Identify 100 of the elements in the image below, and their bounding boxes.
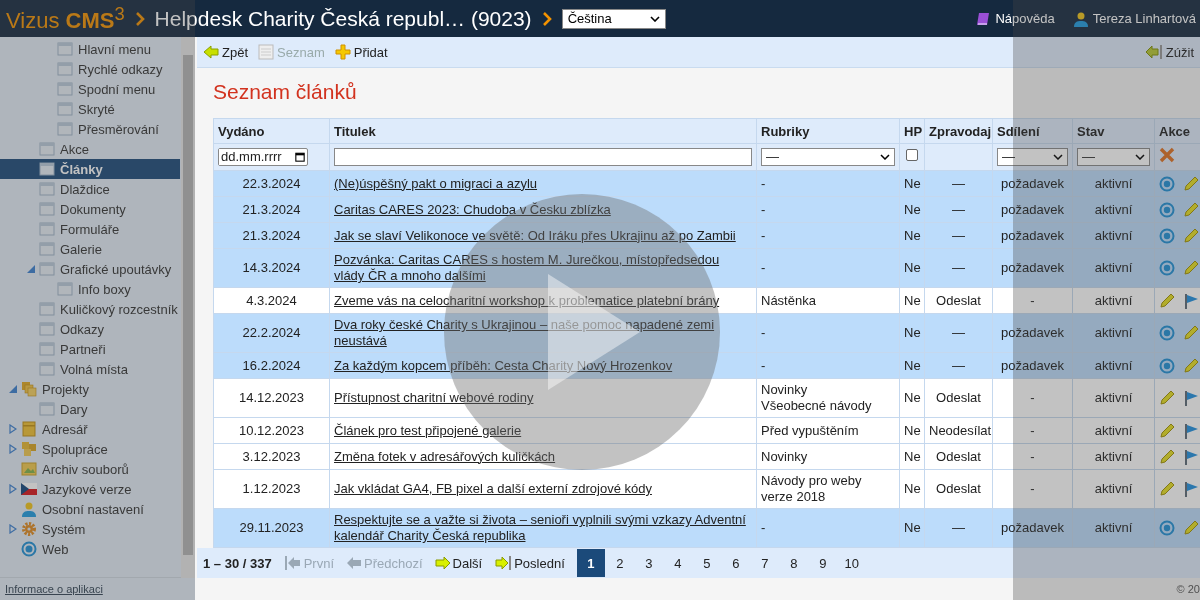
tree-item[interactable]: Přesměrování <box>0 119 180 139</box>
target-icon[interactable] <box>1159 227 1175 244</box>
edit-icon[interactable] <box>1183 201 1199 218</box>
collapse-button[interactable]: Zúžit <box>1144 44 1194 60</box>
column-header[interactable]: Akce <box>1154 118 1200 144</box>
edit-icon[interactable] <box>1159 448 1175 465</box>
tree-item[interactable]: Jazykové verze <box>0 479 180 499</box>
tree-item[interactable]: Archiv souborů <box>0 459 180 479</box>
category-text: Novinky <box>761 448 809 465</box>
date-cell: 14.3.2024 <box>242 260 301 275</box>
page-number[interactable]: 5 <box>692 549 721 577</box>
tree-item[interactable]: Dary <box>0 399 180 419</box>
tree-item[interactable]: Články <box>0 159 180 179</box>
page-number[interactable]: 3 <box>634 549 663 577</box>
tree-item[interactable]: Dlaždice <box>0 179 180 199</box>
target-icon[interactable] <box>1159 175 1175 192</box>
edit-icon[interactable] <box>1183 357 1199 374</box>
flag-icon[interactable] <box>1183 292 1199 309</box>
flag-icon[interactable] <box>1183 422 1199 439</box>
homepage-filter-checkbox[interactable] <box>906 149 918 161</box>
column-header[interactable]: Vydáno <box>213 118 330 144</box>
collapsed-icon[interactable] <box>9 524 17 534</box>
page-number[interactable]: 1 <box>576 549 605 577</box>
flag-icon[interactable] <box>1183 390 1199 407</box>
tree-item[interactable]: Spodní menu <box>0 79 180 99</box>
edit-icon[interactable] <box>1183 175 1199 192</box>
toolbar-button[interactable]: Zpět <box>203 44 248 60</box>
edit-icon[interactable] <box>1159 390 1175 407</box>
sharing-filter-select[interactable]: — <box>997 148 1068 166</box>
collapsed-icon[interactable] <box>9 424 17 434</box>
tree-item[interactable]: Skryté <box>0 99 180 119</box>
flag-icon[interactable] <box>1183 481 1199 498</box>
tree-item[interactable]: Galerie <box>0 239 180 259</box>
clear-filter-icon[interactable] <box>1159 147 1175 163</box>
target-icon[interactable] <box>1159 201 1175 218</box>
target-icon[interactable] <box>1159 520 1175 537</box>
pager-button[interactable]: Poslední <box>494 555 565 571</box>
logo[interactable]: Vizus CMS$^{3}$ <box>6 2 125 35</box>
edit-icon[interactable] <box>1183 325 1199 342</box>
page-number[interactable]: 2 <box>605 549 634 577</box>
flag-icon[interactable] <box>1183 448 1199 465</box>
user-link[interactable]: Tereza Linhartová <box>1072 10 1196 27</box>
tree-item[interactable]: Web <box>0 539 180 559</box>
tree-item[interactable]: Grafické upoutávky <box>0 259 180 279</box>
edit-icon[interactable] <box>1159 481 1175 498</box>
column-header[interactable]: Stav <box>1072 118 1155 144</box>
edit-icon[interactable] <box>1183 520 1199 537</box>
tree-item[interactable]: Kuličkový rozcestník <box>0 299 180 319</box>
column-header[interactable]: HP <box>899 118 925 144</box>
tree-item[interactable]: Formuláře <box>0 219 180 239</box>
column-header[interactable]: Rubriky <box>756 118 900 144</box>
collapse-arrow-icon <box>1144 44 1163 60</box>
edit-icon[interactable] <box>1183 260 1199 277</box>
edit-icon[interactable] <box>1159 292 1175 309</box>
tree-item[interactable]: Dokumenty <box>0 199 180 219</box>
tree-item[interactable]: Systém <box>0 519 180 539</box>
language-select[interactable]: Čeština <box>561 8 666 29</box>
pager-button[interactable]: Další <box>434 555 483 571</box>
tree-item[interactable]: Projekty <box>0 379 180 399</box>
date-filter-field[interactable]: dd.mm.rrrr <box>218 148 308 166</box>
scrollbar[interactable] <box>181 37 195 578</box>
target-icon[interactable] <box>1159 357 1175 374</box>
tree-item[interactable]: Osobní nastavení <box>0 499 180 519</box>
page-number[interactable]: 10 <box>837 549 866 577</box>
tree-item[interactable]: Spolupráce <box>0 439 180 459</box>
tree-item[interactable]: Odkazy <box>0 319 180 339</box>
collapsed-icon[interactable] <box>9 444 17 454</box>
page-number[interactable]: 8 <box>779 549 808 577</box>
collapsed-icon[interactable] <box>9 484 17 494</box>
folder-stack-icon <box>21 381 37 397</box>
date-cell: 4.3.2024 <box>246 292 297 308</box>
help-link[interactable]: Nápověda <box>975 10 1055 27</box>
tree-item[interactable]: Info boxy <box>0 279 180 299</box>
tree-item[interactable]: Akce <box>0 139 180 159</box>
tree-item[interactable]: Volná místa <box>0 359 180 379</box>
tree-item[interactable]: Hlavní menu <box>0 39 180 59</box>
column-header[interactable]: Zpravodaj <box>924 118 993 144</box>
app-info-link[interactable]: Informace o aplikaci <box>5 583 103 595</box>
status-cell: aktivní <box>1094 448 1133 464</box>
category-filter-select[interactable]: — <box>761 148 895 166</box>
tree-item[interactable]: Rychlé odkazy <box>0 59 180 79</box>
page-number[interactable]: 9 <box>808 549 837 577</box>
edit-icon[interactable] <box>1159 422 1175 439</box>
page-number[interactable]: 7 <box>750 549 779 577</box>
expanded-icon[interactable] <box>9 385 17 393</box>
tree-item[interactable]: Partneři <box>0 339 180 359</box>
edit-icon[interactable] <box>1183 227 1199 244</box>
target-icon[interactable] <box>1159 260 1175 277</box>
title-filter-field[interactable] <box>334 148 752 166</box>
page-number[interactable]: 4 <box>663 549 692 577</box>
toolbar-button[interactable]: Přidat <box>334 44 388 60</box>
tree-item[interactable]: Adresář <box>0 419 180 439</box>
date-cell: 3.12.2023 <box>242 448 301 464</box>
column-header[interactable]: Titulek <box>329 118 757 144</box>
expanded-icon[interactable] <box>27 265 35 273</box>
column-header[interactable]: Sdílení <box>992 118 1073 144</box>
newsletter-cell: — <box>952 227 965 243</box>
status-filter-select[interactable]: — <box>1077 148 1150 166</box>
target-icon[interactable] <box>1159 325 1175 342</box>
page-number[interactable]: 6 <box>721 549 750 577</box>
